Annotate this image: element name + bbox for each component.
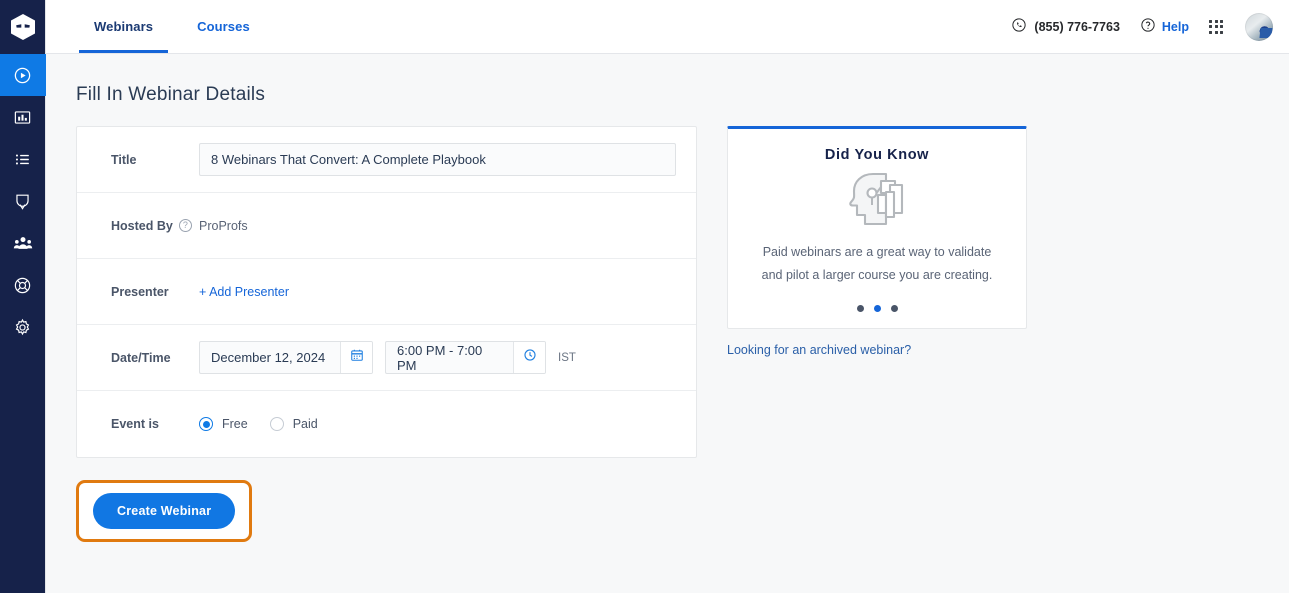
sidebar-item-webinars[interactable] xyxy=(0,54,46,96)
webinar-details-form: Title Hosted By ? ProProfs xyxy=(76,126,697,458)
radio-paid-label: Paid xyxy=(292,417,318,431)
tab-webinars[interactable]: Webinars xyxy=(72,0,175,53)
calendar-icon xyxy=(350,348,364,367)
help-label: Help xyxy=(1161,19,1189,34)
badge-icon xyxy=(13,192,32,211)
avatar[interactable] xyxy=(1245,12,1273,41)
main-column: Webinars Courses (855) 776-7763 Help Fil… xyxy=(46,0,1289,593)
event-is-label: Event is xyxy=(111,417,159,431)
radio-free-indicator xyxy=(199,417,213,431)
did-you-know-text: Paid webinars are a great way to validat… xyxy=(761,245,993,283)
form-row-datetime: Date/Time December 12, 2024 6:00 PM - 7:… xyxy=(77,325,696,391)
sidebar-item-reports[interactable] xyxy=(0,96,46,138)
form-row-hosted-by: Hosted By ? ProProfs xyxy=(77,193,696,259)
hosted-by-label-text: Hosted By xyxy=(111,218,173,233)
clock-icon xyxy=(523,348,537,367)
sidebar-item-learners[interactable] xyxy=(0,222,46,264)
hosted-by-value: ProProfs xyxy=(199,218,248,233)
side-panel: Did You Know Paid webinars are a great w… xyxy=(727,126,1027,359)
phone-icon xyxy=(1011,17,1027,36)
did-you-know-card: Did You Know Paid webinars are a great w… xyxy=(727,126,1027,330)
carousel-dot-3[interactable] xyxy=(890,305,898,313)
app-window: Webinars Courses (855) 776-7763 Help Fil… xyxy=(0,0,1289,593)
create-webinar-button[interactable]: Create Webinar xyxy=(93,493,236,529)
play-circle-icon xyxy=(13,66,32,85)
left-sidebar xyxy=(0,0,46,593)
tab-courses[interactable]: Courses xyxy=(175,0,272,53)
sidebar-item-support[interactable] xyxy=(0,264,46,306)
form-row-event-is: Event is Free Paid xyxy=(77,391,696,457)
page-title: Fill In Webinar Details xyxy=(76,84,266,105)
head-with-data-blocks-icon xyxy=(748,171,1006,229)
datetime-label: Date/Time xyxy=(111,350,171,365)
carousel-dots xyxy=(748,305,1006,313)
timezone-label: IST xyxy=(558,351,576,364)
create-webinar-highlight: Create Webinar xyxy=(76,480,253,542)
radio-option-paid[interactable]: Paid xyxy=(269,417,318,431)
presenter-label: Presenter xyxy=(111,284,169,299)
bar-chart-icon xyxy=(13,108,32,127)
hosted-by-label: Hosted By ? xyxy=(111,219,199,233)
proprofs-hexagon-logo-icon xyxy=(10,14,35,40)
page-content: Fill In Webinar Details Title 8 Webinars… xyxy=(46,54,1289,593)
question-circle-icon[interactable]: ? xyxy=(178,219,192,232)
carousel-dot-2[interactable] xyxy=(873,305,881,313)
header-spacer xyxy=(272,0,1012,53)
radio-free-label: Free xyxy=(222,417,248,431)
form-column: Title Hosted By ? ProProfs xyxy=(76,126,697,542)
date-input[interactable]: December 12, 2024 xyxy=(200,342,340,373)
support-phone[interactable]: (855) 776-7763 xyxy=(1011,17,1120,36)
content-columns: Title Hosted By ? ProProfs xyxy=(76,126,1289,542)
archived-webinar-link[interactable]: Looking for an archived webinar? xyxy=(727,343,911,357)
calendar-button[interactable] xyxy=(340,342,372,373)
support-phone-number: (855) 776-7763 xyxy=(1034,19,1120,34)
did-you-know-title: Did You Know xyxy=(824,147,930,163)
tab-webinars-label: Webinars xyxy=(94,19,154,34)
app-grid-icon[interactable] xyxy=(1209,19,1223,34)
question-circle-icon xyxy=(1140,17,1156,36)
header-tabs: Webinars Courses xyxy=(46,0,272,53)
form-row-title: Title xyxy=(77,127,696,193)
radio-paid-indicator xyxy=(269,417,284,431)
sidebar-items xyxy=(0,54,46,348)
life-ring-icon xyxy=(13,276,32,295)
sidebar-item-certificates[interactable] xyxy=(0,180,46,222)
title-label: Title xyxy=(111,152,137,167)
app-logo[interactable] xyxy=(0,0,46,54)
tab-courses-label: Courses xyxy=(197,19,250,34)
title-input[interactable] xyxy=(199,143,676,176)
form-row-presenter: Presenter + Add Presenter xyxy=(77,259,696,325)
list-icon xyxy=(13,150,32,169)
carousel-dot-1[interactable] xyxy=(856,305,864,313)
add-presenter-link[interactable]: + Add Presenter xyxy=(199,285,289,299)
header-actions: (855) 776-7763 Help xyxy=(1011,0,1273,53)
sidebar-item-courses-list[interactable] xyxy=(0,138,46,180)
gear-icon xyxy=(13,318,32,337)
time-picker-group: 6:00 PM - 7:00 PM xyxy=(385,341,546,374)
date-picker-group: December 12, 2024 xyxy=(199,341,373,374)
users-group-icon xyxy=(13,233,33,253)
top-header: Webinars Courses (855) 776-7763 Help xyxy=(46,0,1289,54)
help-button[interactable]: Help xyxy=(1140,17,1189,36)
sidebar-item-settings[interactable] xyxy=(0,306,46,348)
time-input[interactable]: 6:00 PM - 7:00 PM xyxy=(386,342,513,373)
clock-button[interactable] xyxy=(513,342,545,373)
radio-option-free[interactable]: Free xyxy=(199,417,248,431)
